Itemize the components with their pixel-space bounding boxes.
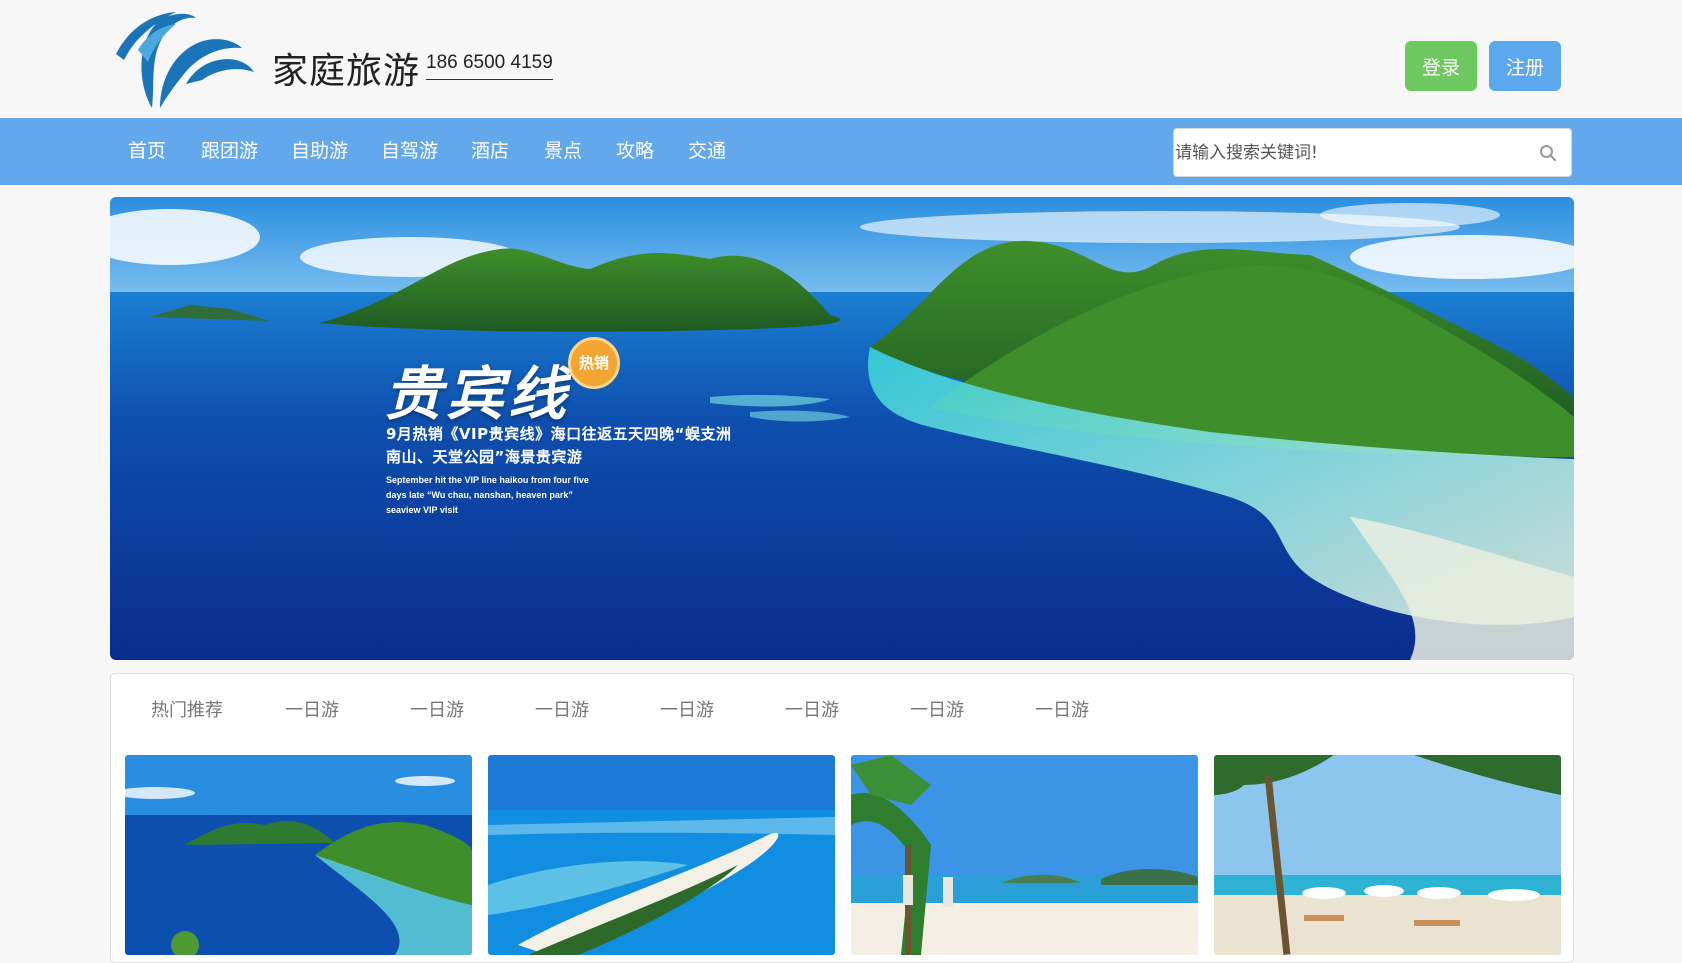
- nav-item-attractions[interactable]: 景点: [544, 118, 582, 185]
- hot-sale-badge: 热销: [568, 337, 620, 389]
- hero-banner[interactable]: 贵宾线 热销 9月热销《VIP贵宾线》海口往返五天四晚“蜈支洲 南山、天堂公园”…: [110, 197, 1574, 660]
- tab-day-trip[interactable]: 一日游: [660, 696, 714, 722]
- nav-item-group-tour[interactable]: 跟团游: [201, 118, 258, 185]
- tour-thumbnail[interactable]: [1214, 755, 1561, 955]
- login-button[interactable]: 登录: [1405, 41, 1477, 91]
- logo-icon[interactable]: [116, 10, 254, 110]
- tour-thumbnail[interactable]: [125, 755, 472, 955]
- tour-thumbnail[interactable]: [488, 755, 835, 955]
- tab-day-trip[interactable]: 一日游: [910, 696, 964, 722]
- tour-thumbnail[interactable]: [851, 755, 1198, 955]
- nav-item-hotel[interactable]: 酒店: [471, 118, 509, 185]
- tab-hot-recommend[interactable]: 热门推荐: [151, 696, 223, 722]
- site-header: 家庭旅游 186 6500 4159 登录 注册: [0, 0, 1682, 118]
- banner-subtitle-line1: 9月热销《VIP贵宾线》海口往返五天四晚“蜈支洲: [386, 425, 732, 443]
- search-icon[interactable]: [1539, 144, 1557, 162]
- island-aerial-photo: [125, 755, 472, 955]
- search-box: [1173, 128, 1572, 177]
- tab-day-trip[interactable]: 一日游: [1035, 696, 1089, 722]
- sandbar-aerial-photo: [488, 755, 835, 955]
- nav-item-guides[interactable]: 攻略: [616, 118, 654, 185]
- nav-item-home[interactable]: 首页: [128, 118, 166, 185]
- tab-day-trip[interactable]: 一日游: [285, 696, 339, 722]
- site-name: 家庭旅游: [272, 51, 421, 92]
- nav-item-self-guided[interactable]: 自助游: [291, 118, 348, 185]
- tab-day-trip[interactable]: 一日游: [410, 696, 464, 722]
- banner-english-text: September hit the VIP line haikou from f…: [386, 475, 589, 515]
- banner-title: 贵宾线: [384, 360, 571, 428]
- beach-umbrellas-photo: [1214, 755, 1561, 955]
- banner-photo: [110, 197, 1574, 660]
- register-button[interactable]: 注册: [1489, 41, 1561, 91]
- search-input[interactable]: [1174, 129, 1525, 176]
- tab-day-trip[interactable]: 一日游: [785, 696, 839, 722]
- nav-item-self-drive[interactable]: 自驾游: [381, 118, 438, 185]
- recommend-panel: 热门推荐 一日游 一日游 一日游 一日游 一日游 一日游 一日游: [110, 673, 1574, 963]
- phone-number: 186 6500 4159: [426, 52, 553, 80]
- nav-item-transport[interactable]: 交通: [688, 118, 726, 185]
- banner-subtitle-line2: 南山、天堂公园”海景贵宾游: [386, 448, 583, 466]
- tab-day-trip[interactable]: 一日游: [535, 696, 589, 722]
- beach-palms-photo: [851, 755, 1198, 955]
